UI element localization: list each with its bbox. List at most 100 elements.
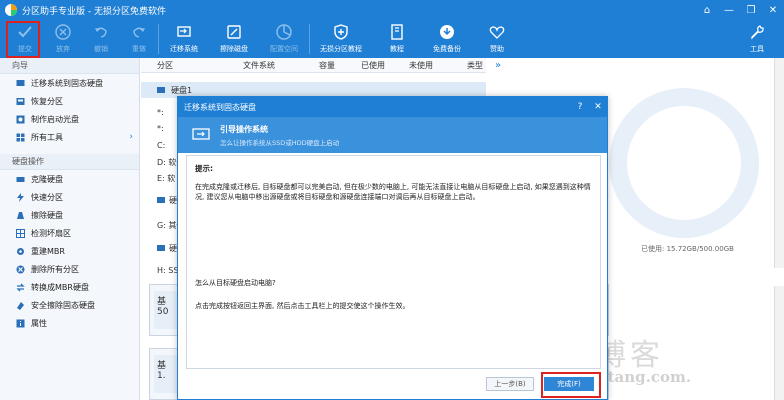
migrate-os-button[interactable]: 迁移系统 xyxy=(159,20,209,58)
book-icon xyxy=(391,24,403,40)
sidebar-item-all-tools[interactable]: 所有工具 › xyxy=(0,128,139,146)
discard-button[interactable]: 放弃 xyxy=(44,20,82,58)
sidebar-item-label: 克隆硬盘 xyxy=(31,174,63,184)
redo-button[interactable]: 重做 xyxy=(120,20,158,58)
more-columns-icon[interactable]: » xyxy=(495,60,501,71)
pie-icon xyxy=(276,24,292,40)
allocate-space-label: 配置空间 xyxy=(270,45,298,53)
sidebar-item-properties[interactable]: 属性 xyxy=(0,314,139,332)
table-row-disk2[interactable]: 硬 xyxy=(141,192,177,208)
undo-button[interactable]: 撤销 xyxy=(82,20,120,58)
sidebar-item-quick-partition[interactable]: 快速分区 xyxy=(0,188,139,206)
redo-label: 重做 xyxy=(132,45,146,53)
dialog-title: 迁移系统到固态硬盘 xyxy=(184,102,256,112)
gear-icon xyxy=(16,247,25,256)
sidebar-item-check-bad-sectors[interactable]: 检测坏扇区 xyxy=(0,224,139,242)
minimize-button[interactable]: — xyxy=(718,0,740,20)
sidebar-item-secure-erase[interactable]: 安全擦除固态硬盘 xyxy=(0,296,139,314)
free-backup-label: 免费备份 xyxy=(433,45,461,53)
convert-icon xyxy=(16,283,25,292)
sidebar-item-label: 转换成MBR硬盘 xyxy=(31,282,89,292)
finish-highlight-box xyxy=(541,372,601,398)
undo-icon xyxy=(95,27,107,38)
sidebar-item-label: 属性 xyxy=(31,318,47,328)
col-used[interactable]: 已使用 xyxy=(361,60,385,71)
heart-icon xyxy=(489,26,505,39)
table-row[interactable]: *: xyxy=(157,108,164,117)
clone-icon xyxy=(16,175,25,184)
chevron-right-icon: › xyxy=(129,132,133,142)
undo-label: 撤销 xyxy=(94,45,108,53)
close-button[interactable]: ✕ xyxy=(762,0,784,20)
table-row[interactable]: C: xyxy=(157,141,165,150)
dialog-controls: ? ✕ xyxy=(571,102,607,112)
dialog-step-desc: 怎么让操作系统从SSD或HDD硬盘上启动 xyxy=(220,138,340,147)
disc-icon xyxy=(16,115,25,124)
col-partition[interactable]: 分区 xyxy=(157,60,173,71)
wipe-disk-icon xyxy=(227,25,241,39)
info-icon xyxy=(16,319,25,328)
sidebar-item-migrate-ssd[interactable]: 迁移系统到固态硬盘 xyxy=(0,74,139,92)
sidebar-item-clone-disk[interactable]: 克隆硬盘 xyxy=(0,170,139,188)
migrate-icon xyxy=(16,79,25,88)
title-bar: 分区助手专业版 - 无损分区免费软件 ⌂ — ❐ ✕ xyxy=(0,0,784,20)
sidebar-item-make-bootable[interactable]: 制作启动光盘 xyxy=(0,110,139,128)
hint-title: 提示: xyxy=(195,164,213,173)
row-label: 硬盘1 xyxy=(171,85,193,95)
sidebar-item-delete-all[interactable]: 删除所有分区 xyxy=(0,260,139,278)
maximize-button[interactable]: ❐ xyxy=(740,0,762,20)
eraser-icon xyxy=(16,211,25,220)
tools-button[interactable]: 工具 xyxy=(738,20,776,58)
sidebar-item-wipe-disk[interactable]: 擦除硬盘 xyxy=(0,206,139,224)
table-row-disk3[interactable]: 硬 xyxy=(141,240,177,256)
redo-icon xyxy=(133,27,145,38)
col-filesystem[interactable]: 文件系统 xyxy=(243,60,275,71)
commit-highlight-box xyxy=(6,21,40,58)
table-row[interactable]: E: 软 xyxy=(157,173,175,184)
sidebar-item-label: 恢复分区 xyxy=(31,96,63,106)
tutorial-button[interactable]: 教程 xyxy=(372,20,422,58)
boot-instruction: 点击完成按钮返回主界面, 然后点击工具栏上的提交使这个操作生效。 xyxy=(195,302,410,310)
tools-label: 工具 xyxy=(750,45,764,53)
sponsor-button[interactable]: 赞助 xyxy=(472,20,522,58)
sidebar-item-label: 删除所有分区 xyxy=(31,264,79,274)
sidebar-item-convert-mbr[interactable]: 转换成MBR硬盘 xyxy=(0,278,139,296)
disk-used-label: 已使用: 15.72GB/500.00GB xyxy=(641,245,734,253)
toolbar: 提交 放弃 撤销 重做 迁移系统 擦除磁盘 配置空间 无损分区教程 教程 免费备… xyxy=(0,20,784,58)
sidebar-item-rebuild-mbr[interactable]: 重建MBR xyxy=(0,242,139,260)
dialog-body: 提示: 在完成克隆或迁移后, 目标硬盘都可以完美启动, 但在极少数的电脑上, 可… xyxy=(186,155,601,369)
sidebar-item-label: 所有工具 xyxy=(31,132,63,142)
row-label: 硬 xyxy=(169,195,177,205)
tutorial-partition-button[interactable]: 无损分区教程 xyxy=(310,20,372,58)
dialog-close-button[interactable]: ✕ xyxy=(589,102,607,112)
window-controls: ⌂ — ❐ ✕ xyxy=(696,0,784,20)
col-type[interactable]: 类型 xyxy=(467,60,483,71)
left-panel: 向导 迁移系统到固态硬盘 恢复分区 制作启动光盘 所有工具 › 硬盘操作 克隆硬… xyxy=(0,58,140,400)
cancel-icon xyxy=(55,24,71,40)
sidebar-item-recover-partition[interactable]: 恢复分区 xyxy=(0,92,139,110)
home-icon[interactable]: ⌂ xyxy=(696,0,718,20)
disk-icon xyxy=(157,87,165,93)
free-backup-button[interactable]: 免费备份 xyxy=(422,20,472,58)
allocate-space-button[interactable]: 配置空间 xyxy=(259,20,309,58)
hint-text: 在完成克隆或迁移后, 目标硬盘都可以完美启动, 但在极少数的电脑上, 可能无法直… xyxy=(195,183,591,201)
migrate-os-label: 迁移系统 xyxy=(170,45,198,53)
scrollbar-upper[interactable] xyxy=(774,58,784,268)
help-icon[interactable]: ? xyxy=(571,102,589,112)
lightning-icon xyxy=(16,192,25,202)
backup-icon xyxy=(440,25,454,39)
col-free[interactable]: 未使用 xyxy=(409,60,433,71)
prev-button[interactable]: 上一步(B) xyxy=(486,377,534,391)
scrollbar-lower[interactable] xyxy=(774,286,784,400)
disk-icon xyxy=(157,245,165,251)
migrate-icon xyxy=(177,26,191,37)
wipe-disk-label: 擦除磁盘 xyxy=(220,45,248,53)
migrate-os-dialog: 迁移系统到固态硬盘 ? ✕ 引导操作系统 怎么让操作系统从SSD或HDD硬盘上启… xyxy=(177,96,608,400)
table-row[interactable]: *: xyxy=(157,124,164,133)
wipe-disk-button[interactable]: 擦除磁盘 xyxy=(209,20,259,58)
disk-icon xyxy=(157,197,165,203)
wrench-icon xyxy=(751,25,764,40)
col-capacity[interactable]: 容量 xyxy=(319,60,335,71)
tutorial-partition-label: 无损分区教程 xyxy=(320,45,362,53)
sidebar-item-label: 迁移系统到固态硬盘 xyxy=(31,78,103,88)
